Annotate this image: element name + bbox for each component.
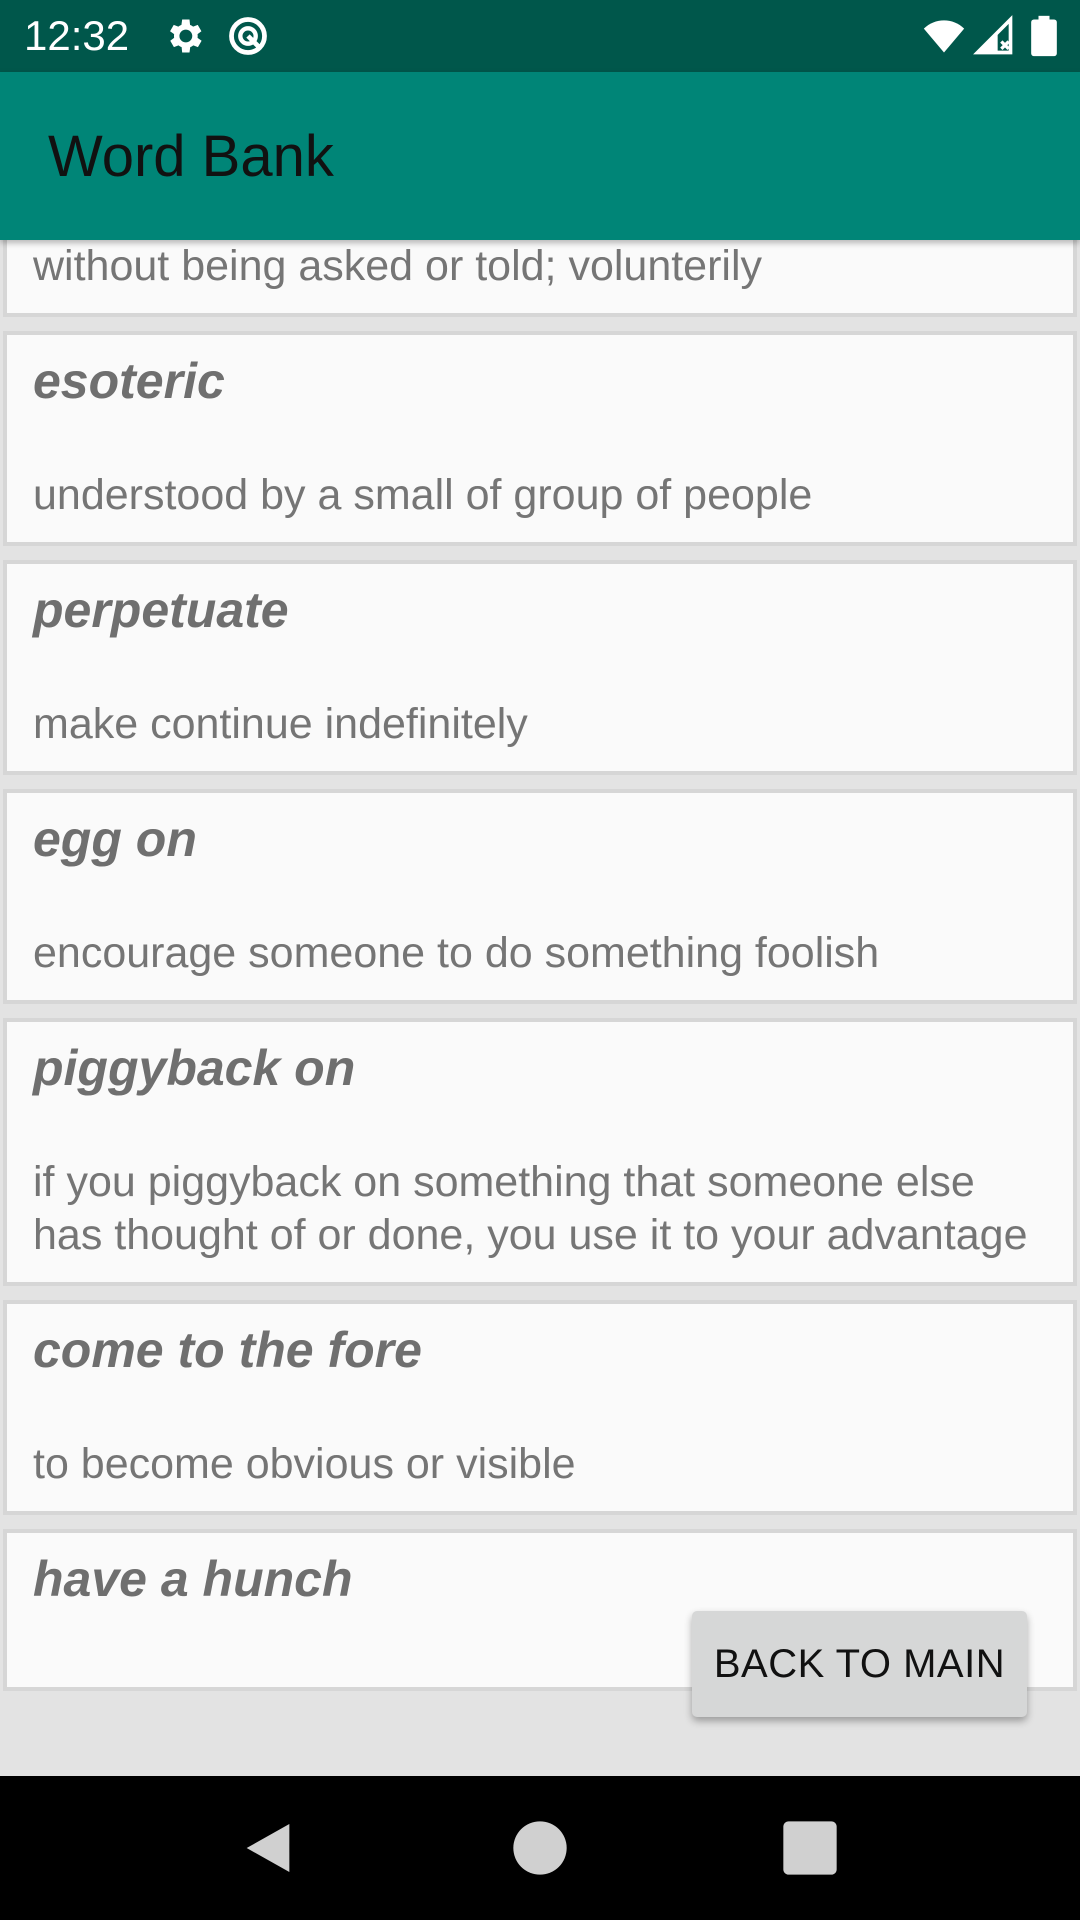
- word-list-scroll[interactable]: without being asked or told; volunterily…: [0, 240, 1080, 1776]
- word-definition: encourage someone to do something foolis…: [33, 929, 880, 977]
- page-title: Word Bank: [48, 124, 334, 189]
- back-icon[interactable]: [236, 1816, 300, 1880]
- word-definition: to become obvious or visible: [33, 1440, 576, 1488]
- word-term: perpetuate: [33, 582, 289, 638]
- word-definition: without being asked or told; volunterily: [33, 242, 763, 290]
- word-term: piggyback on: [33, 1040, 356, 1096]
- wifi-icon: [922, 14, 966, 58]
- word-term: esoteric: [33, 353, 225, 409]
- word-card-3[interactable]: perpetuate make continue indefinitely: [3, 560, 1077, 775]
- signal-icon: [972, 14, 1016, 58]
- word-card-2[interactable]: esoteric understood by a small of group …: [3, 331, 1077, 546]
- word-card-4[interactable]: egg on encourage someone to do something…: [3, 789, 1077, 1004]
- navigation-bar: [0, 1776, 1080, 1920]
- home-icon[interactable]: [508, 1816, 572, 1880]
- word-term: egg on: [33, 811, 197, 867]
- status-bar: 12:32: [0, 0, 1080, 72]
- word-definition: make continue indefinitely: [33, 700, 528, 748]
- word-card-6[interactable]: come to the fore to become obvious or vi…: [3, 1300, 1077, 1515]
- sync-icon: [226, 14, 270, 58]
- word-term: have a hunch: [33, 1551, 353, 1607]
- status-time: 12:32: [24, 12, 130, 59]
- word-term: come to the fore: [33, 1322, 422, 1378]
- recents-icon[interactable]: [778, 1816, 842, 1880]
- app-bar: Word Bank: [0, 72, 1080, 240]
- word-definition: understood by a small of group of people: [33, 471, 813, 519]
- word-card-1[interactable]: without being asked or told; volunterily: [3, 240, 1077, 317]
- battery-icon: [1024, 14, 1064, 58]
- back-to-main-button[interactable]: BACK TO MAIN: [692, 1611, 1027, 1717]
- word-list: without being asked or told; volunterily…: [0, 240, 1080, 1705]
- word-definition: if you piggyback on something that someo…: [33, 1158, 1028, 1259]
- gear-icon: [162, 14, 206, 58]
- word-card-5[interactable]: piggyback on if you piggyback on somethi…: [3, 1018, 1077, 1286]
